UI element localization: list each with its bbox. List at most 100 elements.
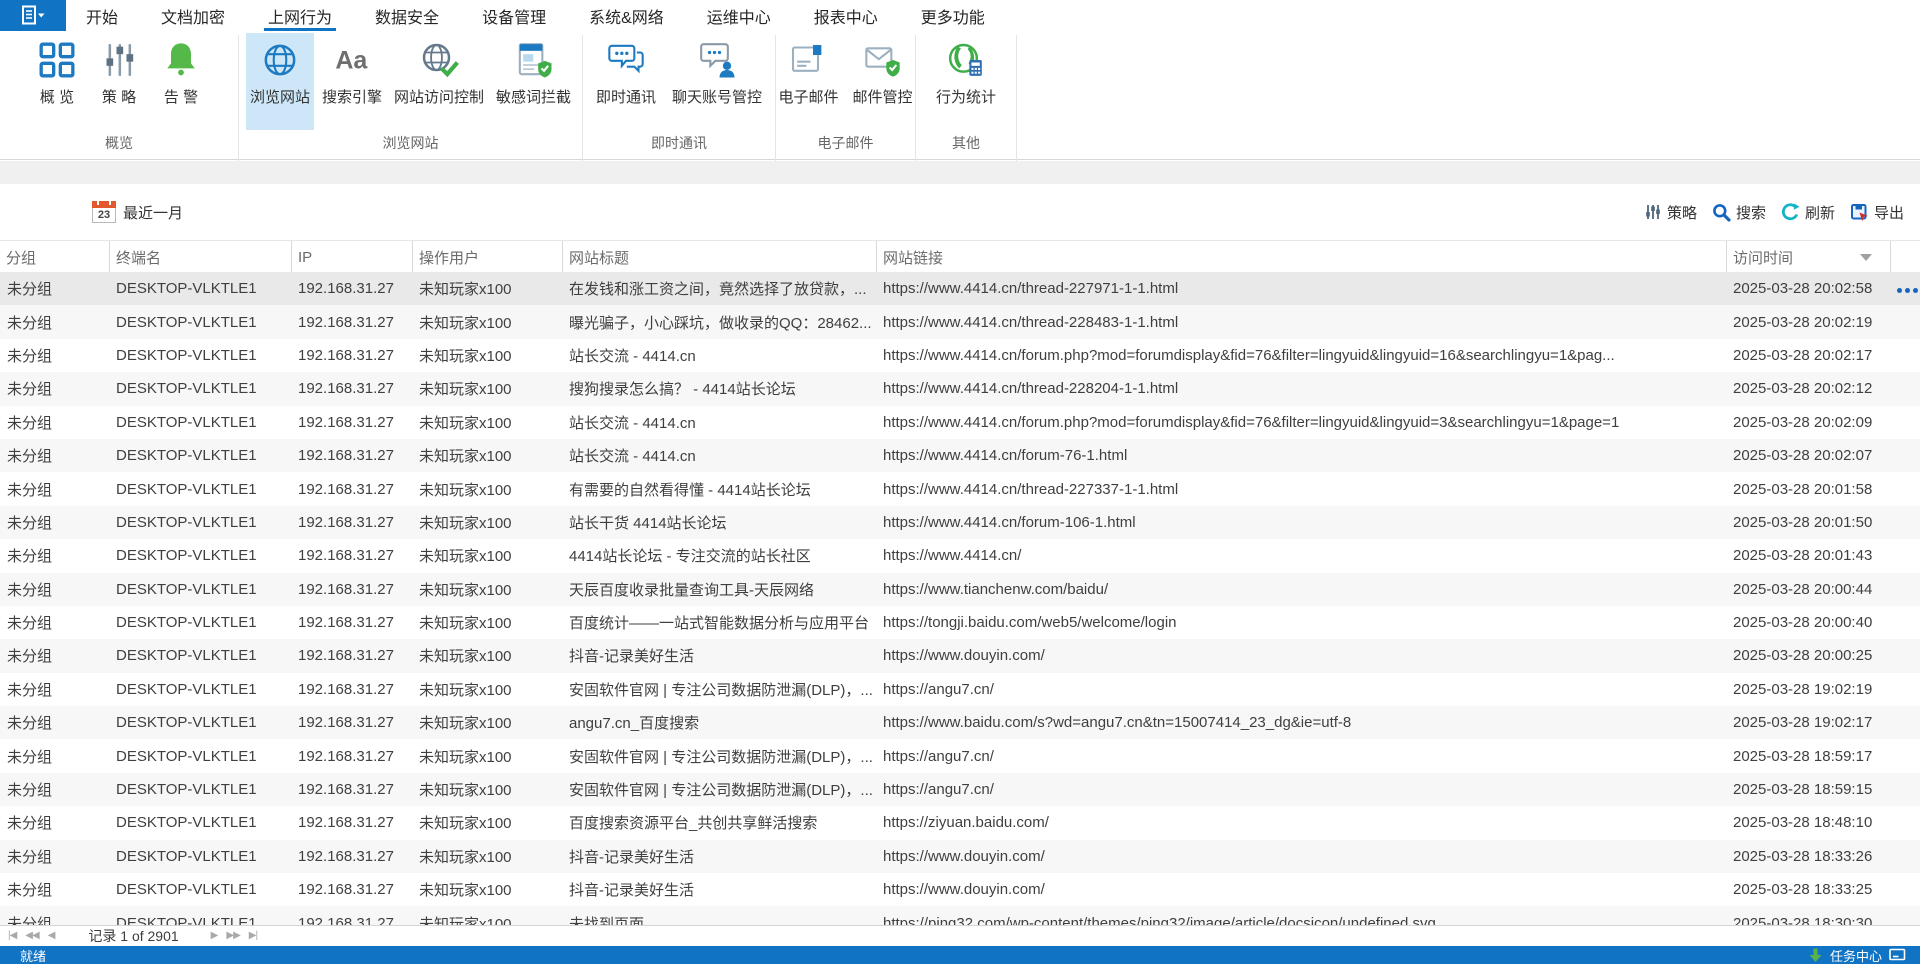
menu-item-internet-behavior[interactable]: 上网行为 bbox=[264, 0, 337, 31]
table-row[interactable]: 未分组 DESKTOP-VLKTLE1 192.168.31.27 未知玩家x1… bbox=[0, 505, 1920, 540]
menu-item-device-management[interactable]: 设备管理 bbox=[482, 0, 546, 31]
cell-user: 未知玩家x100 bbox=[419, 548, 512, 566]
ribbon-button-sensitive-word-block[interactable]: 敏感词拦截 bbox=[492, 33, 575, 130]
table-row[interactable]: 未分组 DESKTOP-VLKTLE1 192.168.31.27 未知玩家x1… bbox=[0, 272, 1920, 306]
refresh-button[interactable]: 刷新 bbox=[1781, 202, 1835, 223]
table-row[interactable]: 未分组 DESKTOP-VLKTLE1 192.168.31.27 未知玩家x1… bbox=[0, 639, 1920, 673]
table-row[interactable]: 未分组 DESKTOP-VLKTLE1 192.168.31.27 未知玩家x1… bbox=[0, 472, 1920, 505]
cell-terminal: DESKTOP-VLKTLE1 bbox=[116, 781, 257, 799]
policy-button[interactable]: 策略 bbox=[1644, 202, 1697, 223]
table-row[interactable]: 未分组 DESKTOP-VLKTLE1 192.168.31.27 未知玩家x1… bbox=[0, 438, 1920, 473]
column-header-ip[interactable]: IP bbox=[292, 241, 413, 273]
column-header-time[interactable]: 访问时间 bbox=[1727, 241, 1891, 273]
menu-item-ops-center[interactable]: 运维中心 bbox=[707, 0, 771, 31]
menu-item-data-security[interactable]: 数据安全 bbox=[375, 0, 439, 31]
cell-title: 安固软件官网 | 专注公司数据防泄漏(DLP)，... bbox=[569, 748, 873, 766]
ribbon-button-site-access-control[interactable]: 网站访问控制 bbox=[390, 33, 488, 130]
table-row[interactable]: 未分组 DESKTOP-VLKTLE1 192.168.31.27 未知玩家x1… bbox=[0, 806, 1920, 839]
cell-user: 未知玩家x100 bbox=[419, 848, 512, 866]
cell-ip: 192.168.31.27 bbox=[298, 747, 394, 765]
menu-item-report-center[interactable]: 报表中心 bbox=[814, 0, 878, 31]
cell-user: 未知玩家x100 bbox=[419, 347, 512, 365]
ribbon-button-browse-website[interactable]: 浏览网站 bbox=[245, 33, 314, 130]
next-record-button[interactable]: ▶ bbox=[211, 931, 219, 941]
ribbon-button-label: 网站访问控制 bbox=[394, 89, 485, 106]
prev-record-button[interactable]: ◀ bbox=[48, 931, 56, 941]
ribbon-button-email-control[interactable]: 邮件管控 bbox=[849, 33, 917, 130]
first-page-button[interactable]: |◀ bbox=[8, 931, 17, 941]
cell-ip: 192.168.31.27 bbox=[298, 714, 394, 732]
table-row[interactable]: 未分组 DESKTOP-VLKTLE1 192.168.31.27 未知玩家x1… bbox=[0, 372, 1920, 406]
next-fast-button[interactable]: ▶▶ bbox=[226, 931, 240, 941]
cell-title: 站长干货 4414站长论坛 bbox=[569, 514, 727, 532]
cell-terminal: DESKTOP-VLKTLE1 bbox=[116, 881, 257, 899]
cell-group: 未分组 bbox=[7, 782, 53, 800]
ribbon: 概 览 策 略 告 警 概览 浏览网站 Aa 搜索引擎 网站访问控制 敏感词拦截… bbox=[0, 31, 1920, 185]
table-row[interactable]: 未分组 DESKTOP-VLKTLE1 192.168.31.27 未知玩家x1… bbox=[0, 739, 1920, 772]
cell-terminal: DESKTOP-VLKTLE1 bbox=[116, 914, 257, 925]
ribbon-button-overview[interactable]: 概 览 bbox=[33, 33, 81, 130]
menu-item-more-functions[interactable]: 更多功能 bbox=[921, 0, 985, 31]
export-icon bbox=[1850, 203, 1868, 221]
table-row[interactable]: 未分组 DESKTOP-VLKTLE1 192.168.31.27 未知玩家x1… bbox=[0, 539, 1920, 572]
cell-group: 未分组 bbox=[7, 381, 53, 399]
table-row[interactable]: 未分组 DESKTOP-VLKTLE1 192.168.31.27 未知玩家x1… bbox=[0, 572, 1920, 606]
table-row[interactable]: 未分组 DESKTOP-VLKTLE1 192.168.31.27 未知玩家x1… bbox=[0, 906, 1920, 925]
cell-terminal: DESKTOP-VLKTLE1 bbox=[116, 580, 257, 598]
email-icon bbox=[792, 45, 822, 72]
cell-title: 曝光骗子，小心踩坑，做收录的QQ：28462... bbox=[569, 314, 872, 332]
cell-ip: 192.168.31.27 bbox=[298, 313, 394, 331]
table-row[interactable]: 未分组 DESKTOP-VLKTLE1 192.168.31.27 未知玩家x1… bbox=[0, 305, 1920, 339]
last-page-button[interactable]: ▶| bbox=[249, 931, 258, 941]
cell-time: 2025-03-28 18:48:10 bbox=[1733, 814, 1873, 832]
column-header-terminal[interactable]: 终端名 bbox=[110, 241, 292, 273]
ribbon-button-alert[interactable]: 告 警 bbox=[157, 33, 205, 130]
table-row[interactable]: 未分组 DESKTOP-VLKTLE1 192.168.31.27 未知玩家x1… bbox=[0, 772, 1920, 807]
column-header-group[interactable]: 分组 bbox=[0, 241, 110, 273]
app-menu-button[interactable] bbox=[0, 0, 66, 31]
search-button[interactable]: 搜索 bbox=[1712, 202, 1766, 223]
export-button[interactable]: 导出 bbox=[1850, 202, 1904, 223]
ribbon-button-policy[interactable]: 策 略 bbox=[95, 33, 143, 130]
cell-time: 2025-03-28 18:59:17 bbox=[1733, 747, 1873, 765]
task-center-button[interactable]: 任务中心 bbox=[1808, 946, 1906, 964]
table-row[interactable]: 未分组 DESKTOP-VLKTLE1 192.168.31.27 未知玩家x1… bbox=[0, 339, 1920, 372]
column-header-url[interactable]: 网站链接 bbox=[877, 241, 1727, 273]
task-panel-icon bbox=[1889, 948, 1906, 961]
table-row[interactable]: 未分组 DESKTOP-VLKTLE1 192.168.31.27 未知玩家x1… bbox=[0, 873, 1920, 906]
ribbon-button-im[interactable]: 即时通讯 bbox=[592, 33, 660, 130]
cell-ip: 192.168.31.27 bbox=[298, 480, 394, 498]
table-row[interactable]: 未分组 DESKTOP-VLKTLE1 192.168.31.27 未知玩家x1… bbox=[0, 606, 1920, 639]
search-icon bbox=[1713, 203, 1731, 222]
menu-item-start[interactable]: 开始 bbox=[86, 0, 118, 31]
table-row[interactable]: 未分组 DESKTOP-VLKTLE1 192.168.31.27 未知玩家x1… bbox=[0, 673, 1920, 706]
table-row[interactable]: 未分组 DESKTOP-VLKTLE1 192.168.31.27 未知玩家x1… bbox=[0, 406, 1920, 439]
ribbon-button-email[interactable]: 电子邮件 bbox=[774, 33, 842, 130]
table-row[interactable]: 未分组 DESKTOP-VLKTLE1 192.168.31.27 未知玩家x1… bbox=[0, 839, 1920, 874]
cell-user: 未知玩家x100 bbox=[419, 381, 512, 399]
cell-terminal: DESKTOP-VLKTLE1 bbox=[116, 614, 257, 632]
cell-time: 2025-03-28 20:02:17 bbox=[1733, 346, 1873, 364]
filter-caret-icon[interactable] bbox=[1860, 254, 1872, 261]
column-header-user[interactable]: 操作用户 bbox=[413, 241, 563, 273]
ribbon-button-behavior-stats[interactable]: 行为统计 bbox=[932, 33, 1000, 130]
menu-item-doc-encryption[interactable]: 文档加密 bbox=[161, 0, 225, 31]
menu-item-system-network[interactable]: 系统&网络 bbox=[589, 0, 664, 31]
cell-time: 2025-03-28 18:30:30 bbox=[1733, 914, 1873, 925]
row-actions-icon[interactable] bbox=[1897, 288, 1918, 294]
background-strip bbox=[0, 161, 1920, 184]
prev-fast-button[interactable]: ◀◀ bbox=[25, 931, 39, 941]
search-engine-icon: Aa bbox=[335, 46, 368, 74]
column-header-title[interactable]: 网站标题 bbox=[563, 241, 877, 273]
cell-title: 抖音-记录美好生活 bbox=[569, 648, 694, 666]
download-arrow-icon bbox=[1809, 948, 1822, 962]
cell-user: 未知玩家x100 bbox=[419, 314, 512, 332]
ribbon-button-search-engine[interactable]: Aa 搜索引擎 bbox=[318, 33, 386, 130]
table-row[interactable]: 未分组 DESKTOP-VLKTLE1 192.168.31.27 未知玩家x1… bbox=[0, 706, 1920, 740]
cell-user: 未知玩家x100 bbox=[419, 715, 512, 733]
cell-group: 未分组 bbox=[7, 548, 53, 566]
date-range-filter[interactable]: 23 最近一月 bbox=[92, 200, 183, 223]
cell-group: 未分组 bbox=[7, 481, 53, 499]
cell-group: 未分组 bbox=[7, 715, 53, 733]
ribbon-button-chat-account-control[interactable]: 聊天账号管控 bbox=[668, 33, 766, 130]
